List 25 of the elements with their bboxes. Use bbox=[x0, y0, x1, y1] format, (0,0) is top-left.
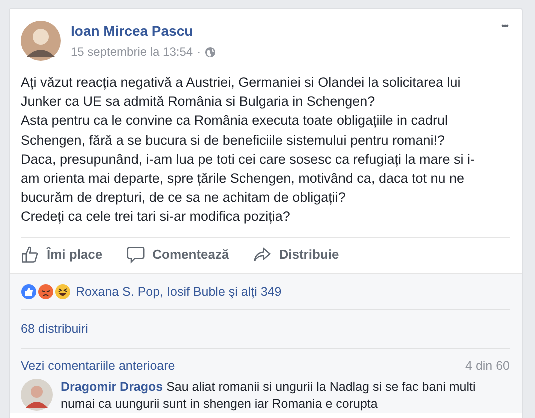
post-text: Credeți ca cele trei tari si-ar modifica poziția? bbox=[21, 208, 292, 226]
avatar-icon[interactable] bbox=[21, 21, 61, 61]
comment-author-link[interactable]: Dragomir Dragos bbox=[61, 380, 164, 394]
reactions-link[interactable]: Roxana S. Pop, Iosif Buble şi alţi 349 bbox=[76, 284, 282, 299]
action-button[interactable]: Distribuie bbox=[253, 242, 340, 268]
thumbs-up-icon bbox=[21, 246, 39, 264]
author-link[interactable]: Ioan Mircea Pascu bbox=[71, 23, 194, 39]
separator: · bbox=[197, 45, 202, 59]
haha-reaction-icon[interactable] bbox=[55, 284, 71, 300]
angry-reaction-icon[interactable] bbox=[38, 284, 54, 300]
globe-icon bbox=[205, 46, 216, 58]
avatar-icon[interactable] bbox=[21, 378, 53, 411]
action-button[interactable]: Îmi place bbox=[21, 242, 103, 268]
more-options[interactable]: ••• bbox=[502, 21, 508, 31]
speech-bubble-icon bbox=[126, 246, 145, 264]
shares-link[interactable]: 68 distribuiri bbox=[21, 322, 88, 336]
share-arrow-icon bbox=[253, 246, 272, 264]
post-text: Ați văzut reacția negativă a Austriei, Germaniei si Olandei la solicitarea lui Junker ca UE sa admită România si Bulgaria in Schengen? bbox=[21, 74, 462, 112]
like-reaction-icon[interactable] bbox=[21, 284, 37, 300]
comment-text: Dragomir Dragos Sau aliat romanii si ungurii la Nadlag si se fac bani multi numai ca uungurii sunt in shengen iar Romania e corupta bbox=[61, 378, 477, 413]
post-text: Daca, presupunând, i-am lua pe toti cei care sosesc ca refugiați la mare si i-am orienta mai departe, spre țările Schengen, motivând ca, daca tot nu ne bucurăm de drepturi, de ce sa ne achitam de obligații? bbox=[21, 150, 476, 208]
action-button[interactable]: Comentează bbox=[126, 242, 230, 268]
comment-count: 4 din 60 bbox=[466, 358, 510, 373]
post-text: Asta pentru ca le convine ca România executa toate obligațiile in cadrul Schengen, fără a se bucura si de beneficiile sistemului pentru romani!? bbox=[21, 112, 450, 150]
previous-comments-link[interactable]: Vezi comentariile anterioare bbox=[21, 358, 176, 373]
